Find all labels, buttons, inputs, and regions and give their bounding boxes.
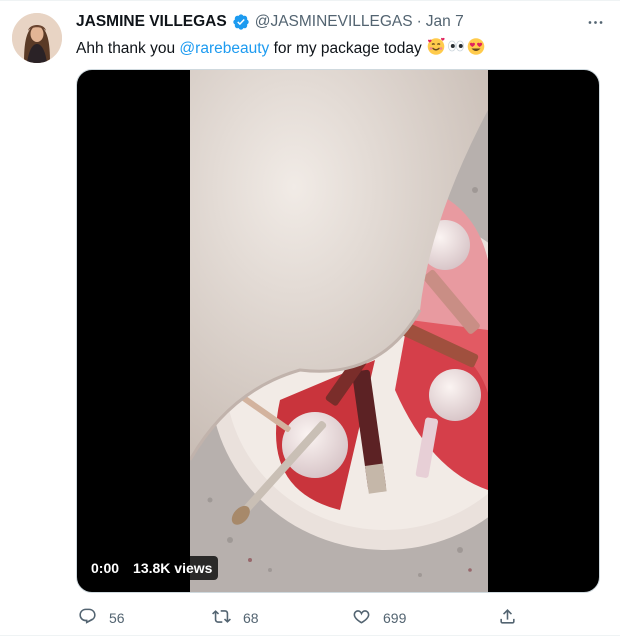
heart-icon <box>352 607 371 629</box>
video-frame[interactable] <box>190 70 488 592</box>
share-button[interactable] <box>498 607 517 629</box>
avatar-image <box>12 13 62 63</box>
reply-icon <box>78 607 97 629</box>
verified-badge-icon <box>232 13 250 31</box>
eyes-icon <box>446 36 466 62</box>
handle[interactable]: @JASMINEVILLEGAS <box>255 13 413 31</box>
heart-eyes-icon <box>466 36 486 62</box>
makeup-kit-video-thumbnail <box>190 70 488 592</box>
video-overlay-badge: 0:00 13.8K views <box>85 556 219 580</box>
avatar[interactable] <box>12 13 62 63</box>
tweet-actions: 56 68 699 <box>76 601 546 635</box>
video-views: 13.8K views <box>133 560 213 576</box>
mention-link[interactable]: @rarebeauty <box>179 40 269 57</box>
tweet-text: Ahh thank you @rarebeauty for my package… <box>76 36 608 62</box>
tweet[interactable]: JASMINE VILLEGAS @JASMINEVILLEGAS · Jan … <box>0 0 620 636</box>
more-options-icon[interactable] <box>582 11 608 33</box>
reply-button[interactable]: 56 <box>78 607 125 629</box>
reply-count: 56 <box>109 610 125 626</box>
like-count: 699 <box>383 610 407 626</box>
display-name[interactable]: JASMINE VILLEGAS <box>76 13 227 31</box>
video-time: 0:00 <box>91 560 120 576</box>
retweet-button[interactable]: 68 <box>212 607 259 629</box>
retweet-count: 68 <box>243 610 259 626</box>
share-icon <box>498 607 517 629</box>
like-button[interactable]: 699 <box>352 607 406 629</box>
smiling-face-with-hearts-icon <box>426 36 446 62</box>
tweet-header: JASMINE VILLEGAS @JASMINEVILLEGAS · Jan … <box>76 11 608 33</box>
retweet-icon <box>212 607 231 629</box>
video-player[interactable]: 0:00 13.8K views <box>76 69 600 593</box>
tweet-text-end: for my package today <box>269 40 427 57</box>
tweet-text-start: Ahh thank you <box>76 40 180 57</box>
separator-dot: · <box>416 13 422 30</box>
tweet-date[interactable]: Jan 7 <box>426 13 464 31</box>
